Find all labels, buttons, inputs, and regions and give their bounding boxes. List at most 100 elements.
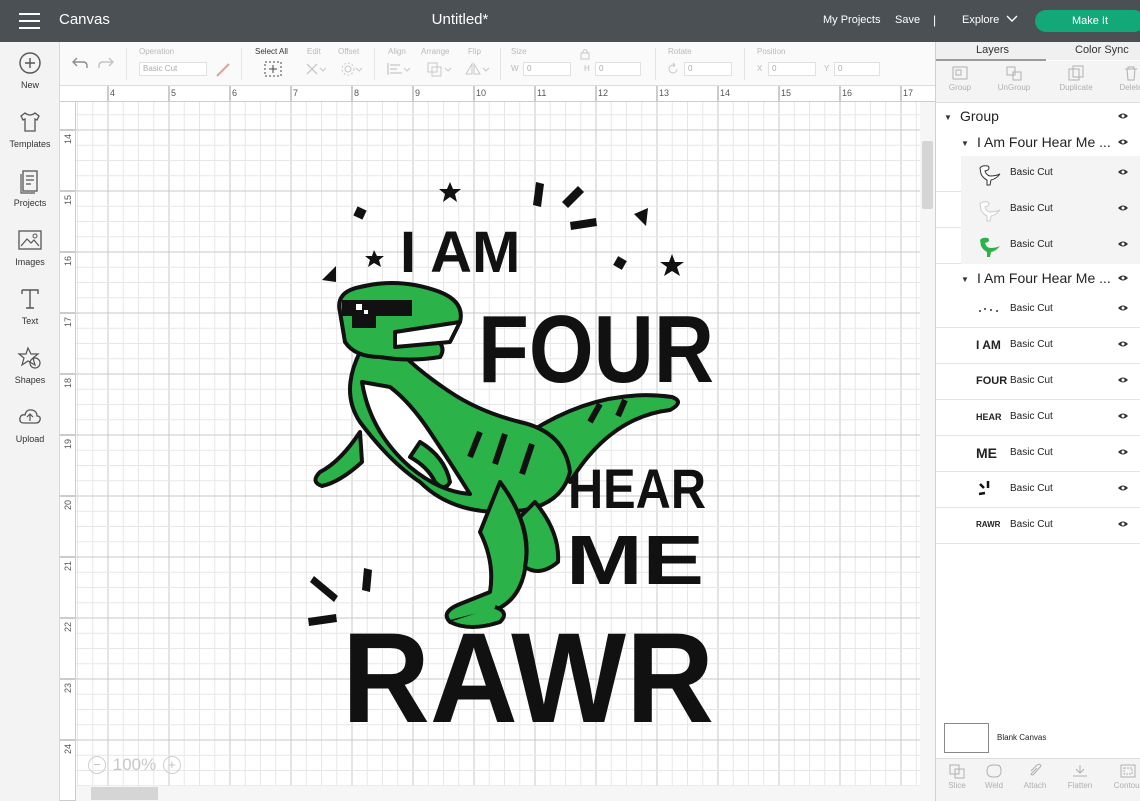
paperclip-icon xyxy=(1030,763,1042,776)
flip-icon[interactable] xyxy=(464,61,490,77)
position-x-input[interactable]: 0 xyxy=(768,62,816,76)
duplicate-button[interactable]: Duplicate xyxy=(1054,65,1098,92)
rotate-input[interactable]: 0 xyxy=(684,62,732,76)
layer-subgroup-1-label: I Am Four Hear Me ... xyxy=(977,134,1111,150)
chevron-down-icon[interactable] xyxy=(1006,14,1018,24)
blank-canvas-row[interactable]: Blank Canvas xyxy=(936,717,1140,757)
tab-layers[interactable]: Layers xyxy=(976,44,1009,56)
flatten-button[interactable]: Flatten xyxy=(1060,763,1100,790)
undo-icon[interactable] xyxy=(70,54,90,70)
left-toolbar: New Templates Projects Images Text Shape… xyxy=(0,42,60,801)
layer-item[interactable]: Basic Cut xyxy=(936,292,1140,328)
group-button[interactable]: Group xyxy=(943,65,977,92)
ruler-tick-label: 15 xyxy=(781,88,791,98)
ungroup-button[interactable]: UnGroup xyxy=(994,65,1034,92)
duplicate-icon xyxy=(1068,65,1084,81)
zoom-out-button[interactable]: − xyxy=(88,755,106,774)
caret-down-icon[interactable]: ▼ xyxy=(944,113,952,122)
layer-item[interactable]: Basic Cut xyxy=(936,156,1140,192)
upload-button[interactable]: Upload xyxy=(0,404,60,444)
projects-button[interactable]: Projects xyxy=(0,168,60,208)
height-input[interactable]: 0 xyxy=(595,62,641,76)
blank-canvas-label: Blank Canvas xyxy=(997,733,1047,742)
eye-icon[interactable] xyxy=(1117,448,1129,456)
contour-button[interactable]: Contour xyxy=(1108,763,1140,790)
tab-color-sync[interactable]: Color Sync xyxy=(1075,44,1129,56)
design-canvas[interactable]: 4 5 6 7 8 9 10 11 12 13 14 15 16 17 14 15 16 17 18 19 20 21 2… xyxy=(60,86,935,801)
text-button[interactable]: Text xyxy=(0,286,60,326)
images-button[interactable]: Images xyxy=(0,227,60,267)
position-y-input[interactable]: 0 xyxy=(834,62,880,76)
design-artwork[interactable]: I AM FOUR HEAR ME RAWR xyxy=(300,182,720,742)
blank-canvas-swatch[interactable] xyxy=(944,723,989,753)
eye-icon[interactable] xyxy=(1117,484,1129,492)
arrange-icon[interactable] xyxy=(426,61,452,77)
toolbar-divider xyxy=(241,48,242,80)
zoom-value: 100% xyxy=(112,754,157,774)
ruler-tick-label: 13 xyxy=(659,88,669,98)
zoom-in-button[interactable]: + xyxy=(162,755,181,774)
linetype-color-icon[interactable] xyxy=(215,62,231,78)
eye-icon[interactable] xyxy=(1117,204,1129,212)
layer-item[interactable]: HEAR Basic Cut xyxy=(936,400,1140,436)
width-input[interactable]: 0 xyxy=(523,62,571,76)
size-h-label: H xyxy=(584,64,590,73)
new-button[interactable]: New xyxy=(0,50,60,90)
caret-down-icon[interactable]: ▼ xyxy=(961,139,969,148)
layer-item[interactable]: FOUR Basic Cut xyxy=(936,364,1140,400)
caret-down-icon[interactable]: ▼ xyxy=(961,275,969,284)
layer-item[interactable]: RAWR Basic Cut xyxy=(936,508,1140,544)
save-link[interactable]: Save xyxy=(895,14,920,26)
operation-select[interactable]: Basic Cut xyxy=(139,62,207,76)
shapes-button[interactable]: Shapes xyxy=(0,345,60,385)
horizontal-scroll-thumb[interactable] xyxy=(91,787,158,800)
delete-label: Delete xyxy=(1119,83,1140,92)
weld-button[interactable]: Weld xyxy=(978,763,1010,790)
slice-button[interactable]: Slice xyxy=(940,763,974,790)
templates-button[interactable]: Templates xyxy=(0,109,60,149)
attach-button[interactable]: Attach xyxy=(1018,763,1052,790)
layer-item[interactable]: I AM Basic Cut xyxy=(936,328,1140,364)
layer-item[interactable]: ME Basic Cut xyxy=(936,436,1140,472)
layer-subgroup-1[interactable]: ▼ I Am Four Hear Me ... xyxy=(936,130,1140,156)
align-icon[interactable] xyxy=(386,61,410,77)
ruler-tick-label: 15 xyxy=(63,195,73,205)
ungroup-icon xyxy=(1006,66,1022,81)
layer-subgroup-2[interactable]: ▼ I Am Four Hear Me ... xyxy=(936,266,1140,292)
layer-item[interactable]: Basic Cut xyxy=(936,228,1140,264)
eye-icon[interactable] xyxy=(1117,340,1129,348)
make-it-button[interactable]: Make It xyxy=(1035,10,1140,32)
eye-icon[interactable] xyxy=(1117,168,1129,176)
select-all-icon[interactable] xyxy=(264,61,282,77)
upload-cloud-icon xyxy=(19,409,41,424)
eye-icon[interactable] xyxy=(1117,412,1129,420)
trash-icon xyxy=(1125,66,1137,81)
lock-icon[interactable] xyxy=(580,48,590,60)
eye-icon[interactable] xyxy=(1117,112,1129,120)
document-title[interactable]: Untitled* xyxy=(0,11,920,28)
edit-scissors-icon[interactable] xyxy=(304,61,326,77)
offset-icon[interactable] xyxy=(340,61,362,77)
arrange-label: Arrange xyxy=(421,47,450,56)
eye-icon[interactable] xyxy=(1117,240,1129,248)
eye-icon[interactable] xyxy=(1117,138,1129,146)
layer-label: Basic Cut xyxy=(1010,447,1053,458)
vertical-scroll-thumb[interactable] xyxy=(922,141,933,209)
plus-circle-icon xyxy=(19,52,41,74)
layer-group-root[interactable]: ▼ Group xyxy=(936,104,1140,130)
layer-actions-bar: Group UnGroup Duplicate Delete xyxy=(936,61,1140,103)
redo-icon[interactable] xyxy=(96,54,116,70)
my-projects-link[interactable]: My Projects xyxy=(823,14,880,26)
layer-item[interactable]: Basic Cut xyxy=(936,472,1140,508)
flatten-label: Flatten xyxy=(1067,781,1093,790)
eye-icon[interactable] xyxy=(1117,376,1129,384)
ruler-tick-label: 9 xyxy=(415,88,420,98)
eye-icon[interactable] xyxy=(1117,520,1129,528)
eye-icon[interactable] xyxy=(1117,304,1129,312)
eye-icon[interactable] xyxy=(1117,274,1129,282)
horizontal-scrollbar[interactable] xyxy=(76,786,920,801)
delete-button[interactable]: Delete xyxy=(1114,65,1140,92)
layer-item[interactable]: Basic Cut xyxy=(936,192,1140,228)
explore-menu[interactable]: Explore xyxy=(962,14,999,26)
images-label: Images xyxy=(15,257,45,267)
